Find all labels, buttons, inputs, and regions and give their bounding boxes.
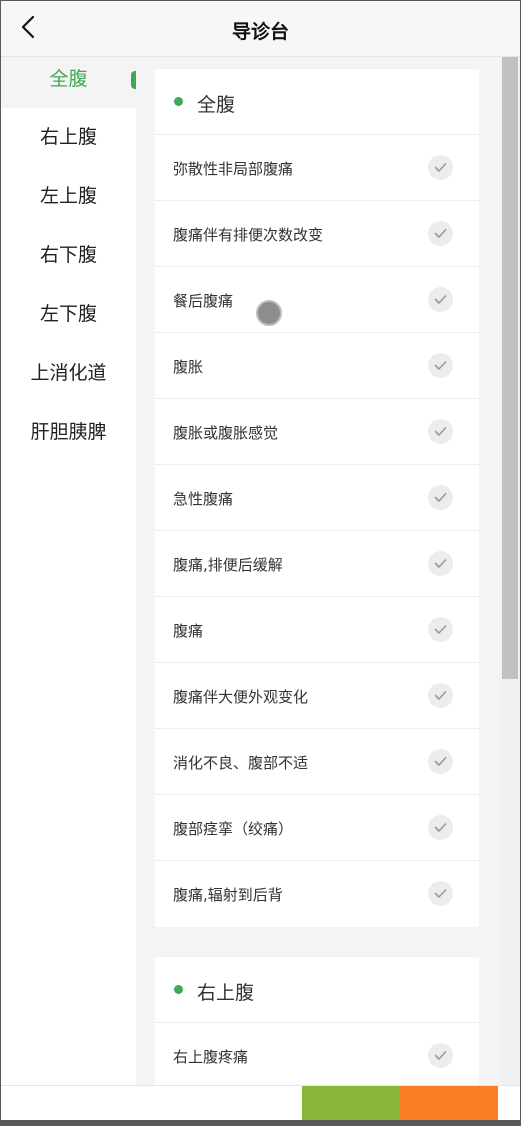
check-icon[interactable] [428, 749, 453, 774]
sidebar-item-zuoxiafu[interactable]: 左下腹 [1, 285, 136, 344]
check-icon[interactable] [428, 353, 453, 378]
check-icon[interactable] [428, 617, 453, 642]
scrollbar[interactable] [501, 57, 520, 1087]
symptom-label: 弥散性非局部腹痛 [173, 160, 294, 178]
symptom-row[interactable]: 腹胀 [155, 333, 479, 399]
sidebar-item-label: 右下腹 [39, 244, 97, 266]
symptom-row[interactable]: 腹痛,辐射到后背 [155, 861, 479, 927]
check-icon[interactable] [428, 881, 453, 906]
symptom-label: 腹痛 [173, 622, 204, 640]
symptom-label: 腹部痉挛（绞痛） [173, 820, 294, 838]
section-header: 右上腹 [155, 957, 479, 1023]
sidebar-item-zuoshangfu[interactable]: 左上腹 [1, 167, 136, 226]
symptom-row[interactable]: 消化不良、腹部不适 [155, 729, 479, 795]
symptom-label: 腹痛伴大便外观变化 [173, 688, 309, 706]
symptom-row[interactable]: 右上腹疼痛 [155, 1023, 479, 1087]
symptom-row[interactable]: 餐后腹痛 [155, 267, 479, 333]
check-icon[interactable] [428, 815, 453, 840]
sidebar-item-quanfu[interactable]: 全腹 [1, 57, 136, 108]
symptom-row[interactable]: 腹痛伴大便外观变化 [155, 663, 479, 729]
green-action-button[interactable] [302, 1086, 400, 1120]
sidebar-item-youxiafu[interactable]: 右下腹 [1, 226, 136, 285]
check-icon[interactable] [428, 419, 453, 444]
sidebar-item-label: 肝胆胰脾 [30, 421, 107, 443]
sidebar-item-label: 右上腹 [39, 126, 97, 148]
section-card: 全腹弥散性非局部腹痛腹痛伴有排便次数改变 餐后腹痛腹胀腹胀或腹胀感觉 急性腹痛腹痛,… [155, 69, 479, 927]
section-title: 全腹 [197, 94, 236, 116]
symptom-row[interactable]: 腹痛,排便后缓解 [155, 531, 479, 597]
symptom-row[interactable]: 腹部痉挛（绞痛） [155, 795, 479, 861]
sidebar-item-label: 全腹 [49, 68, 88, 90]
check-icon[interactable] [428, 485, 453, 510]
header: 导诊台 [1, 1, 520, 57]
symptom-label: 急性腹痛 [173, 490, 234, 508]
symptom-label: 腹痛,排便后缓解 [173, 556, 283, 574]
symptom-row[interactable]: 急性腹痛 [155, 465, 479, 531]
section-dot [174, 97, 183, 106]
section-header: 全腹 [155, 69, 479, 135]
symptom-label: 消化不良、腹部不适 [173, 754, 309, 772]
check-icon[interactable] [428, 1043, 453, 1068]
symptom-label: 餐后腹痛 [173, 292, 234, 310]
check-icon[interactable] [428, 683, 453, 708]
symptom-list[interactable]: 全腹弥散性非局部腹痛腹痛伴有排便次数改变 餐后腹痛腹胀腹胀或腹胀感觉 急性腹痛腹痛,… [136, 57, 501, 1087]
sidebar-item-label: 左上腹 [39, 185, 97, 207]
symptom-label: 腹痛伴有排便次数改变 [173, 226, 324, 244]
symptom-label: 腹痛,辐射到后背 [173, 886, 283, 904]
sidebar-item-label: 上消化道 [30, 362, 107, 384]
section-dot [174, 985, 183, 994]
sidebar-item-youshangfu[interactable]: 右上腹 [1, 108, 136, 167]
section-title: 右上腹 [197, 982, 255, 1004]
category-sidebar: 全腹 右上腹 左上腹 右下腹 左下腹 上消化道 肝胆胰脾 [1, 57, 136, 1087]
scrollbar-thumb[interactable] [502, 57, 518, 679]
check-icon[interactable] [428, 155, 453, 180]
symptom-label: 腹胀或腹胀感觉 [173, 424, 279, 442]
symptom-row[interactable]: 腹痛 [155, 597, 479, 663]
symptom-label: 右上腹疼痛 [173, 1048, 249, 1066]
check-icon[interactable] [428, 221, 453, 246]
page-title: 导诊台 [231, 21, 289, 43]
check-icon[interactable] [428, 287, 453, 312]
symptom-row[interactable]: 腹痛伴有排便次数改变 [155, 201, 479, 267]
touch-indicator [256, 300, 282, 326]
app-frame: 导诊台 全腹 右上腹 左上腹 右下腹 左下腹 上消化道 肝胆胰脾 全腹弥散性非局… [1, 1, 520, 1120]
symptom-row[interactable]: 弥散性非局部腹痛 [155, 135, 479, 201]
symptom-row[interactable]: 腹胀或腹胀感觉 [155, 399, 479, 465]
orange-action-button[interactable] [400, 1086, 498, 1120]
section-card: 右上腹右上腹疼痛 [155, 957, 479, 1087]
check-icon[interactable] [428, 551, 453, 576]
bottom-bar [1, 1085, 520, 1120]
sidebar-item-label: 左下腹 [39, 303, 97, 325]
sidebar-item-gandanyipi[interactable]: 肝胆胰脾 [1, 403, 136, 462]
symptom-label: 腹胀 [173, 358, 204, 376]
sidebar-item-shangxiaohuadao[interactable]: 上消化道 [1, 344, 136, 403]
